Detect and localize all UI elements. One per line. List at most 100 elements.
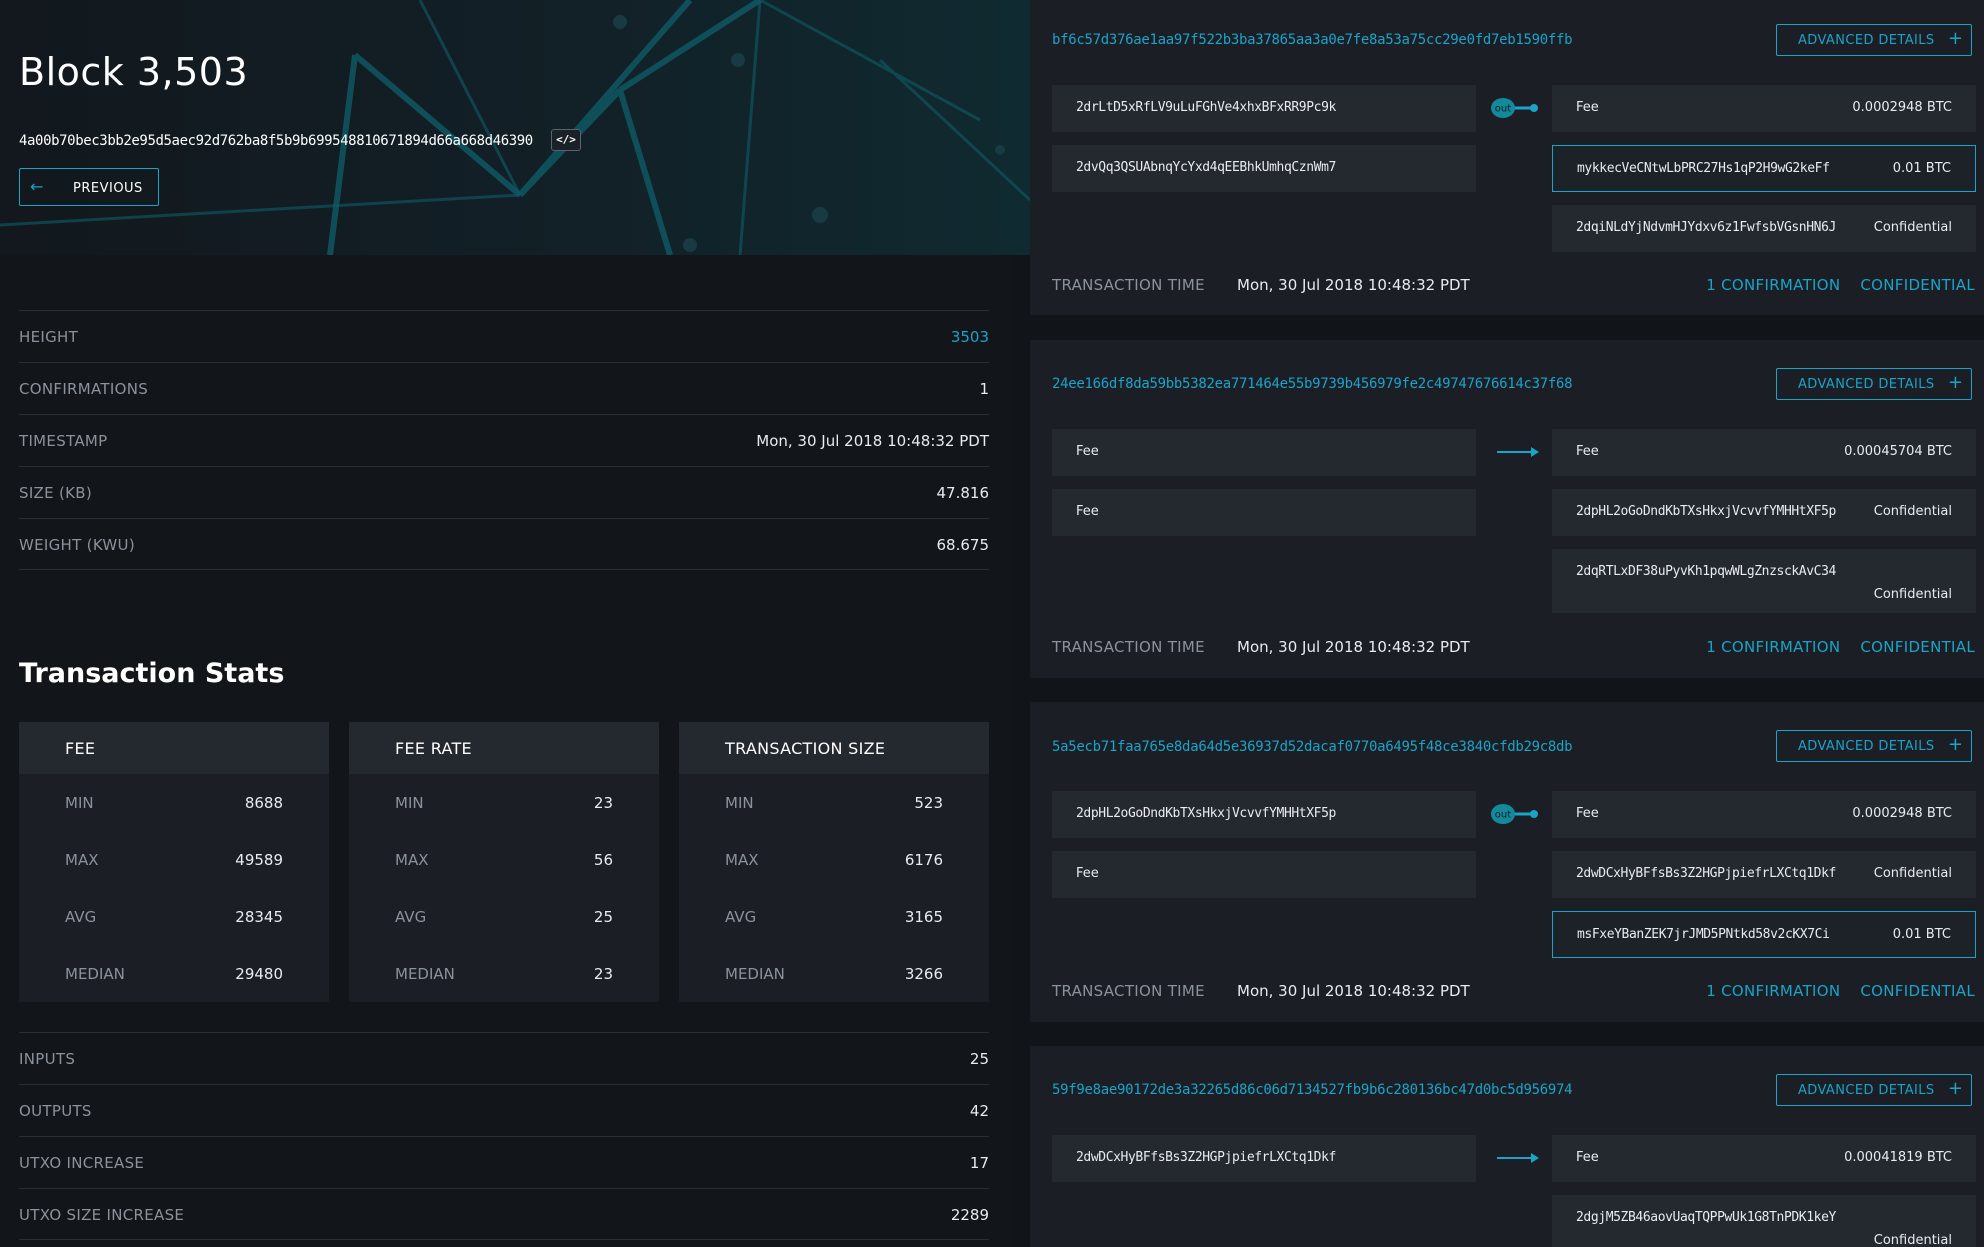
stat-label: MEDIAN: [725, 965, 785, 983]
output-amount: Confidential: [1874, 1233, 1952, 1247]
transaction-time: TRANSACTION TIME Mon, 30 Jul 2018 10:48:…: [1052, 276, 1205, 294]
transaction-hash-link[interactable]: bf6c57d376ae1aa97f522b3ba37865aa3a0e7fe8…: [1052, 32, 1572, 48]
output-item[interactable]: Fee0.00041819 BTC: [1552, 1135, 1976, 1182]
info-row-height: HEIGHT 3503: [19, 310, 989, 362]
stat-label: MEDIAN: [395, 965, 455, 983]
info-label: WEIGHT (KWU): [19, 536, 135, 554]
stat-row: MIN 8688: [19, 774, 329, 831]
output-item-highlighted[interactable]: mykkecVeCNtwLbPRC27Hs1qP2H9wG2keFf0.01 B…: [1552, 145, 1976, 192]
transaction-time-value: Mon, 30 Jul 2018 10:48:32 PDT: [1237, 982, 1470, 1000]
info-row-utxo-increase: UTXO INCREASE 17: [19, 1136, 989, 1188]
stat-value: 3266: [905, 965, 943, 983]
input-address: Fee: [1076, 866, 1099, 881]
plus-icon: +: [1948, 372, 1963, 393]
transaction-time: TRANSACTION TIME Mon, 30 Jul 2018 10:48:…: [1052, 638, 1205, 656]
utxo-info-table: INPUTS 25 OUTPUTS 42 UTXO INCREASE 17 UT…: [19, 1032, 989, 1240]
info-value: Mon, 30 Jul 2018 10:48:32 PDT: [756, 432, 989, 450]
block-info-table: HEIGHT 3503 CONFIRMATIONS 1 TIMESTAMP Mo…: [19, 310, 989, 570]
input-item[interactable]: 2dpHL2oGoDndKbTXsHkxjVcvvfYMHHtXF5p: [1052, 791, 1476, 838]
input-item[interactable]: 2drLtD5xRfLV9uLuFGhVe4xhxBFxRR9Pc9k: [1052, 85, 1476, 132]
stat-label: MIN: [65, 794, 94, 812]
output-address: 2dqiNLdYjNdvmHJYdxv6z1FwfsbVGsnHN6J: [1576, 220, 1836, 235]
output-item-highlighted[interactable]: msFxeYBanZEK7jrJMD5PNtkd58v2cKX7Ci0.01 B…: [1552, 911, 1976, 958]
info-label: UTXO INCREASE: [19, 1154, 144, 1172]
output-address: Fee: [1576, 1150, 1599, 1165]
input-address: 2dpHL2oGoDndKbTXsHkxjVcvvfYMHHtXF5p: [1076, 806, 1336, 821]
transaction-hash-link[interactable]: 5a5ecb71faa765e8da64d5e36937d52dacaf0770…: [1052, 739, 1572, 755]
info-label: HEIGHT: [19, 328, 78, 346]
block-title: Block 3,503: [19, 50, 248, 94]
transaction-time-label: TRANSACTION TIME: [1052, 982, 1205, 1000]
arrow-right-icon: [1495, 1150, 1540, 1166]
stat-value: 23: [594, 965, 613, 983]
output-amount: 0.0002948 BTC: [1852, 100, 1952, 115]
previous-block-button[interactable]: ← PREVIOUS: [19, 168, 159, 206]
block-hash[interactable]: 4a00b70bec3bb2e95d5aec92d762ba8f5b9b6995…: [19, 133, 533, 149]
info-row-timestamp: TIMESTAMP Mon, 30 Jul 2018 10:48:32 PDT: [19, 414, 989, 466]
info-row-size: SIZE (KB) 47.816: [19, 466, 989, 518]
transaction-hash-link[interactable]: 24ee166df8da59bb5382ea771464e55b9739b456…: [1052, 376, 1572, 392]
block-header: Block 3,503 4a00b70bec3bb2e95d5aec92d762…: [0, 0, 1030, 255]
arrow-right-icon: [1495, 444, 1540, 460]
output-item[interactable]: Fee0.0002948 BTC: [1552, 85, 1976, 132]
stat-value: 3165: [905, 908, 943, 926]
view-raw-button[interactable]: </>: [551, 129, 581, 151]
advanced-details-button[interactable]: ADVANCED DETAILS +: [1776, 730, 1972, 762]
transactions-panel: bf6c57d376ae1aa97f522b3ba37865aa3a0e7fe8…: [1030, 0, 1984, 1247]
transaction-time: TRANSACTION TIME Mon, 30 Jul 2018 10:48:…: [1052, 982, 1205, 1000]
stat-value: 49589: [235, 851, 283, 869]
input-address: Fee: [1076, 504, 1099, 519]
info-value[interactable]: 3503: [951, 328, 989, 346]
stat-value: 6176: [905, 851, 943, 869]
output-item[interactable]: Fee 0.00045704 BTC: [1552, 429, 1976, 476]
out-badge-label: out: [1495, 104, 1511, 115]
input-item[interactable]: 2dvQq3QSUAbnqYcYxd4qEEBhkUmhqCznWm7: [1052, 145, 1476, 192]
transaction-time-value: Mon, 30 Jul 2018 10:48:32 PDT: [1237, 276, 1470, 294]
info-row-weight: WEIGHT (KWU) 68.675: [19, 518, 989, 570]
advanced-details-button[interactable]: ADVANCED DETAILS +: [1776, 368, 1972, 400]
confidential-badge: CONFIDENTIAL: [1860, 276, 1975, 294]
confidential-badge: CONFIDENTIAL: [1860, 982, 1975, 1000]
block-summary-panel: Block 3,503 4a00b70bec3bb2e95d5aec92d762…: [0, 0, 1010, 1247]
input-item[interactable]: Fee: [1052, 851, 1476, 898]
advanced-details-button[interactable]: ADVANCED DETAILS +: [1776, 1074, 1972, 1106]
output-amount: 0.01 BTC: [1893, 927, 1951, 942]
output-item[interactable]: 2dqRTLxDF38uPyvKh1pqwWLgZnzsckAvC34Confi…: [1552, 549, 1976, 613]
stat-label: AVG: [395, 908, 426, 926]
stat-label: MAX: [395, 851, 428, 869]
input-address: 2dvQq3QSUAbnqYcYxd4qEEBhkUmhqCznWm7: [1076, 160, 1336, 175]
info-label: OUTPUTS: [19, 1102, 92, 1120]
out-badge-label: out: [1495, 810, 1511, 821]
stat-label: AVG: [65, 908, 96, 926]
info-label: INPUTS: [19, 1050, 75, 1068]
stat-card-fee-rate: FEE RATE MIN23 MAX56 AVG25 MEDIAN23: [349, 722, 659, 1002]
info-row-inputs: INPUTS 25: [19, 1032, 989, 1084]
input-address: 2dwDCxHyBFfsBs3Z2HGPjpiefrLXCtq1Dkf: [1076, 1150, 1336, 1165]
transaction-hash-link[interactable]: 59f9e8ae90172de3a32265d86c06d7134527fb9b…: [1052, 1082, 1572, 1098]
confirmation-badge: 1 CONFIRMATION: [1706, 276, 1840, 294]
output-amount: 0.00045704 BTC: [1844, 444, 1952, 459]
input-item[interactable]: Fee: [1052, 489, 1476, 536]
output-item[interactable]: 2dpHL2oGoDndKbTXsHkxjVcvvfYMHHtXF5pConfi…: [1552, 489, 1976, 536]
stat-value: 8688: [245, 794, 283, 812]
input-item[interactable]: 2dwDCxHyBFfsBs3Z2HGPjpiefrLXCtq1Dkf: [1052, 1135, 1476, 1182]
output-item[interactable]: 2dwDCxHyBFfsBs3Z2HGPjpiefrLXCtq1DkfConfi…: [1552, 851, 1976, 898]
output-item[interactable]: Fee0.0002948 BTC: [1552, 791, 1976, 838]
stat-row: MEDIAN 3266: [679, 945, 989, 1002]
info-label: SIZE (KB): [19, 484, 92, 502]
out-flow-icon: out: [1490, 802, 1540, 826]
info-value: 25: [970, 1050, 989, 1068]
transaction-stats-title: Transaction Stats: [19, 658, 284, 689]
advanced-details-label: ADVANCED DETAILS: [1798, 33, 1935, 48]
input-item[interactable]: Fee: [1052, 429, 1476, 476]
transaction-time-label: TRANSACTION TIME: [1052, 276, 1205, 294]
output-address: 2dwDCxHyBFfsBs3Z2HGPjpiefrLXCtq1Dkf: [1576, 866, 1836, 881]
output-address: Fee: [1576, 444, 1599, 459]
advanced-details-button[interactable]: ADVANCED DETAILS +: [1776, 24, 1972, 56]
info-value: 47.816: [937, 484, 990, 502]
output-item[interactable]: 2dqiNLdYjNdvmHJYdxv6z1FwfsbVGsnHN6JConfi…: [1552, 205, 1976, 252]
stat-card-transaction-size: TRANSACTION SIZE MIN523 MAX6176 AVG3165 …: [679, 722, 989, 1002]
info-label: UTXO SIZE INCREASE: [19, 1206, 184, 1224]
output-item[interactable]: 2dgjM5ZB46aovUaqTQPPwUk1G8TnPDK1keYConfi…: [1552, 1195, 1976, 1247]
confidential-badge: CONFIDENTIAL: [1860, 638, 1975, 656]
